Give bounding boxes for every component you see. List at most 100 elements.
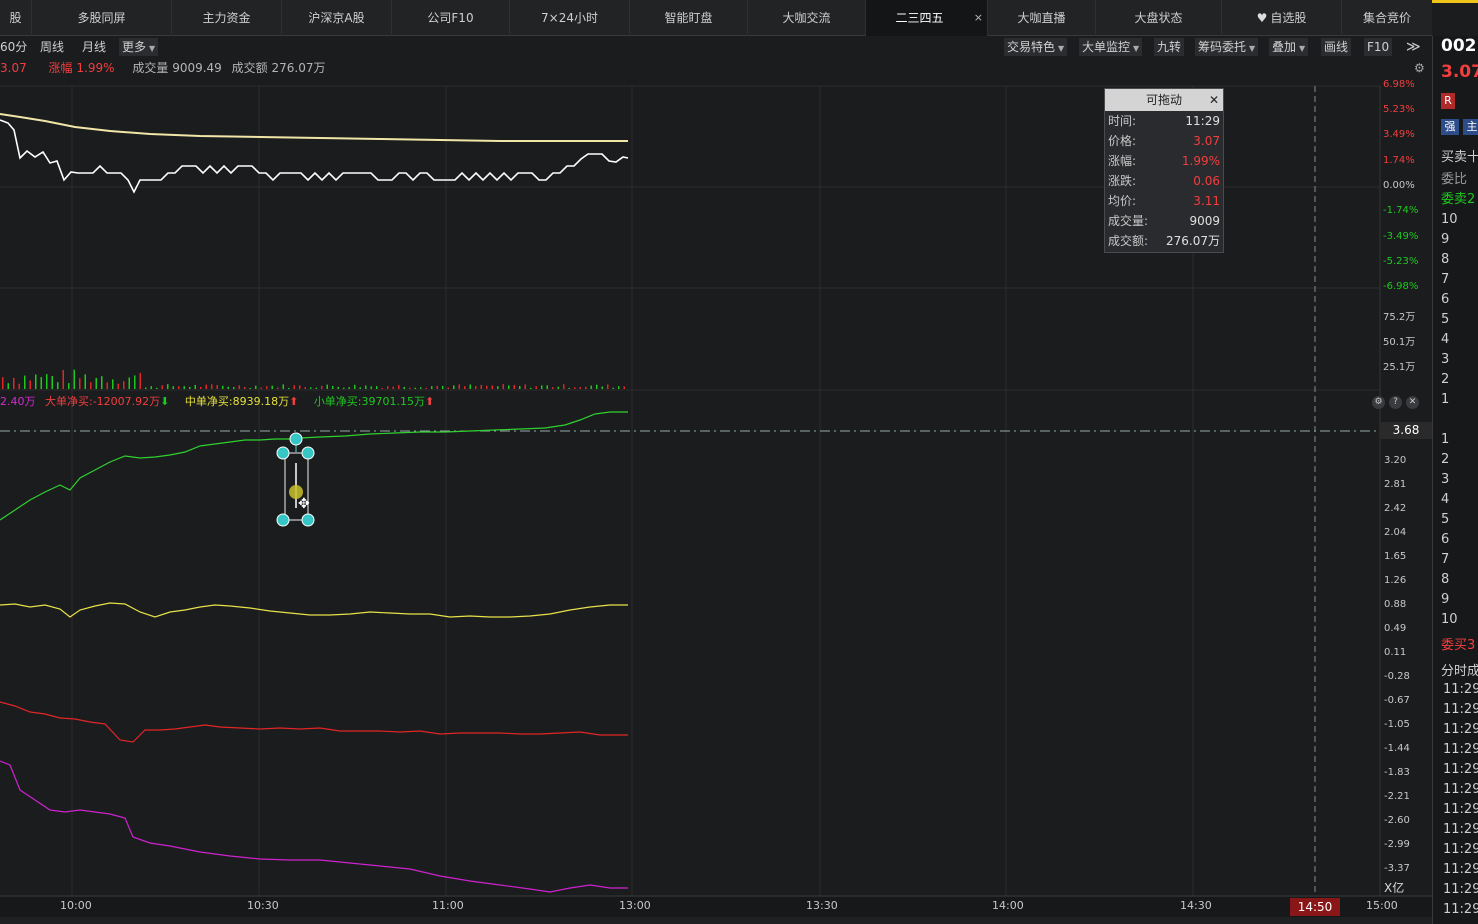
more-dropdown[interactable]: 更多 ▼ [119,38,159,56]
volume-bar [321,385,323,389]
buy-level[interactable]: 8 [1441,572,1449,587]
draw-line-button[interactable]: 画线 [1321,38,1352,56]
time-axis-label: 14:00 [992,899,1024,912]
sell-level[interactable]: 1 [1441,392,1449,407]
up-arrow-icon: ⬆ [425,395,435,408]
tab-watchlist[interactable]: ♥ 自选股 [1222,0,1342,36]
tab-2345[interactable]: 二三四五 × [866,0,988,36]
mid-order-net-line [0,602,628,618]
tooltip-header[interactable]: 可拖动 ✕ [1105,89,1223,111]
volume-bar [145,387,147,389]
tab-main-capital[interactable]: 主力资金 [172,0,282,36]
buy-level[interactable]: 3 [1441,472,1449,487]
volume-bar [249,388,251,389]
large-order-dropdown[interactable]: 大单监控 ▼ [1079,38,1143,56]
volume-bar [106,382,108,389]
sell-level[interactable]: 10 [1441,212,1458,227]
caret-down-icon: ▼ [1299,44,1306,53]
volume-bar [123,381,125,389]
tab-a-shares[interactable]: 沪深京A股 [282,0,392,36]
flow-settings-gear-icon[interactable]: ⚙ [1372,396,1385,409]
tab-live[interactable]: 大咖直播 [988,0,1096,36]
volume-label: 成交量 [132,61,169,75]
tab-auction[interactable]: 集合竞价 [1342,0,1432,36]
volume-bar [172,386,174,389]
volume-bar [194,385,196,389]
drawing-tool-selection[interactable]: ✥ [276,432,315,527]
volume-bar [222,385,224,389]
volume-bar [607,384,609,389]
volume-bar [557,386,559,389]
flow-axis-label: -3.37 [1384,863,1410,874]
amount-label: 成交额 [231,61,268,75]
volume-bar [271,385,273,389]
amount-value: 276.07万 [271,61,326,75]
sell-level[interactable]: 6 [1441,292,1449,307]
volume-bar [502,384,504,389]
buy-level[interactable]: 10 [1441,612,1458,627]
small-net-value: 小单净买:39701.15万 [313,395,426,408]
buy-level[interactable]: 5 [1441,512,1449,527]
sell-level[interactable]: 3 [1441,352,1449,367]
flow-close-icon[interactable]: ✕ [1406,396,1419,409]
sell-level[interactable]: 8 [1441,252,1449,267]
trade-feature-dropdown[interactable]: 交易特色 ▼ [1004,38,1068,56]
flow-help-icon[interactable]: ? [1389,396,1402,409]
buy-level[interactable]: 4 [1441,492,1449,507]
volume-bar [535,386,537,389]
draggable-info-tooltip[interactable]: 可拖动 ✕ 时间: 11:29 价格: 3.07 涨幅: 1.99% 涨跌: 0.06 均价: 3.… [1104,88,1224,253]
flow-axis-label: 2.42 [1384,503,1407,514]
period-month-button[interactable]: 月线 [82,38,106,56]
tab-24h[interactable]: 7×24小时 [510,0,630,36]
nine-turn-button[interactable]: 九转 [1154,38,1185,56]
tooltip-row: 涨跌: 0.06 [1105,171,1223,191]
period-60min-button[interactable]: 60分 [0,38,27,56]
main-badge: 主 [1463,119,1478,135]
sell-level[interactable]: 7 [1441,272,1449,287]
volume-bar [84,374,86,389]
price-axis-label: 0.00% [1383,180,1415,191]
buy-level[interactable]: 7 [1441,552,1449,567]
tab-smart-watch[interactable]: 智能盯盘 [630,0,748,36]
volume-bar [585,386,587,389]
flow-axis-label: -2.60 [1384,815,1410,826]
tab-expert-talk[interactable]: 大咖交流 [748,0,866,36]
tick-time: 11:29 [1443,822,1478,837]
volume-bar [563,384,565,389]
flow-axis-label: -1.44 [1384,743,1410,754]
tab-close-icon[interactable]: × [974,0,983,36]
buy-level[interactable]: 6 [1441,532,1449,547]
current-price: 3.07 [0,61,27,75]
volume-bar [337,386,339,389]
buy-level[interactable]: 1 [1441,432,1449,447]
price-axis-label: -3.49% [1383,231,1419,242]
tab-multi-screen[interactable]: 多股同屏 [32,0,172,36]
tab-stock[interactable]: 股 [0,0,32,36]
volume-bar [601,386,603,389]
sell-level[interactable]: 5 [1441,312,1449,327]
tooltip-key: 成交量: [1108,214,1149,228]
quote-side-panel: 0021 3.07 R 强 主 买卖十 委比 委卖2 10 9 8 7 6 5 4 3 2 1 2… [1432,36,1478,924]
price-axis-label: 6.98% [1383,79,1415,90]
f10-button[interactable]: F10 [1364,38,1393,56]
tab-market-status[interactable]: 大盘状态 [1096,0,1222,36]
stock-terminal-window: 股 多股同屏 主力资金 沪深京A股 公司F10 7×24小时 智能盯盘 大咖交流… [0,0,1478,924]
flow-unit-label: X亿 [1384,881,1405,895]
tick-time: 11:29 [1443,702,1478,717]
tick-time: 11:29 [1443,682,1478,697]
volume-bar [431,386,433,389]
period-week-button[interactable]: 周线 [40,38,64,56]
buy-level[interactable]: 2 [1441,452,1449,467]
sell-level[interactable]: 2 [1441,372,1449,387]
sell-level[interactable]: 9 [1441,232,1449,247]
chip-dropdown[interactable]: 筹码委托 ▼ [1195,38,1259,56]
chart-settings-gear-icon[interactable]: ⚙ [1414,61,1425,75]
tab-f10[interactable]: 公司F10 [392,0,510,36]
overlay-dropdown[interactable]: 叠加 ▼ [1269,38,1309,56]
expand-icon[interactable]: ≫ [1406,38,1421,56]
volume-bar [458,384,460,389]
tooltip-close-icon[interactable]: ✕ [1209,89,1219,111]
buy-level[interactable]: 9 [1441,592,1449,607]
sell-level[interactable]: 4 [1441,332,1449,347]
volume-bar [205,384,207,389]
